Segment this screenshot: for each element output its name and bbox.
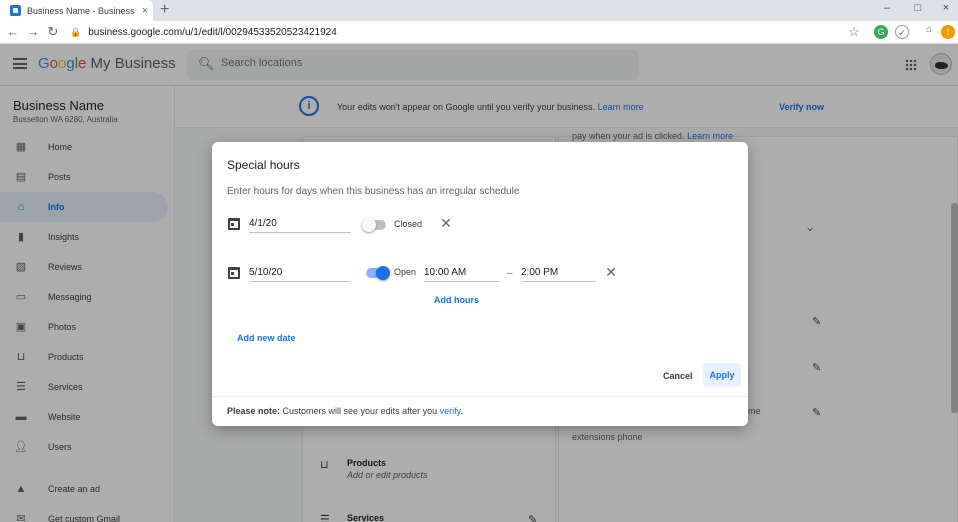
open-toggle[interactable] [366, 266, 390, 280]
calendar-icon[interactable] [228, 218, 240, 230]
toggle-knob [376, 266, 390, 280]
apply-button[interactable]: Apply [703, 363, 741, 387]
address-bar: ← → ↻ 🔒 business.google.com/u/1/edit/l/0… [0, 21, 958, 44]
cancel-button[interactable]: Cancel [663, 371, 693, 381]
tab-close-icon[interactable]: × [137, 5, 153, 17]
dialog-divider [212, 396, 748, 397]
remove-date-1-close-icon[interactable]: ✕ [439, 216, 453, 230]
bookmark-star-icon[interactable]: ☆ [846, 24, 862, 40]
url-field[interactable]: 🔒 business.google.com/u/1/edit/l/0029453… [70, 24, 337, 41]
closed-label: Closed [394, 219, 423, 229]
dialog-title: Special hours [227, 158, 300, 172]
tab-title: Business Name - Business Info [27, 5, 137, 16]
toggle-knob [362, 218, 376, 232]
close-time-field[interactable]: 2:00 PM [521, 265, 596, 282]
update-alert-icon[interactable]: ! [941, 25, 955, 39]
special-hours-dialog: Special hours Enter hours for days when … [212, 142, 748, 426]
open-time-field[interactable]: 10:00 AM [424, 265, 499, 282]
calendar-icon[interactable] [228, 267, 240, 279]
dialog-note: Please note: Customers will see your edi… [227, 406, 463, 416]
browser-tab-bar: Business Name - Business Info × + – □ × [0, 0, 958, 21]
url-text: business.google.com/u/1/edit/l/002945335… [88, 27, 337, 38]
add-hours-button[interactable]: Add hours [434, 295, 479, 305]
date-field-1[interactable]: 4/1/20 [249, 216, 351, 233]
time-separator: – [507, 268, 513, 279]
browser-tab[interactable]: Business Name - Business Info × [0, 0, 153, 21]
closed-toggle[interactable] [362, 218, 386, 232]
dialog-subtitle: Enter hours for days when this business … [227, 186, 520, 197]
grammarly-extension-icon[interactable]: G [874, 25, 888, 39]
extension-icon[interactable]: ⌂ [921, 24, 937, 35]
gmb-favicon-icon [10, 5, 21, 16]
minimize-icon[interactable]: – [877, 2, 897, 14]
window-close-icon[interactable]: × [936, 2, 956, 14]
add-new-date-button[interactable]: Add new date [237, 333, 296, 343]
open-label: Open [394, 267, 417, 277]
back-icon[interactable]: ← [5, 24, 21, 39]
shield-extension-icon[interactable]: ✓ [895, 25, 909, 39]
new-tab-icon[interactable]: + [160, 1, 169, 19]
verify-link[interactable]: verify [440, 406, 461, 416]
reload-icon[interactable]: ↻ [45, 24, 61, 40]
maximize-icon[interactable]: □ [908, 2, 928, 14]
lock-icon: 🔒 [70, 27, 82, 37]
forward-icon[interactable]: → [25, 24, 41, 39]
date-field-2[interactable]: 5/10/20 [249, 265, 351, 282]
remove-date-2-close-icon[interactable]: ✕ [604, 265, 618, 279]
